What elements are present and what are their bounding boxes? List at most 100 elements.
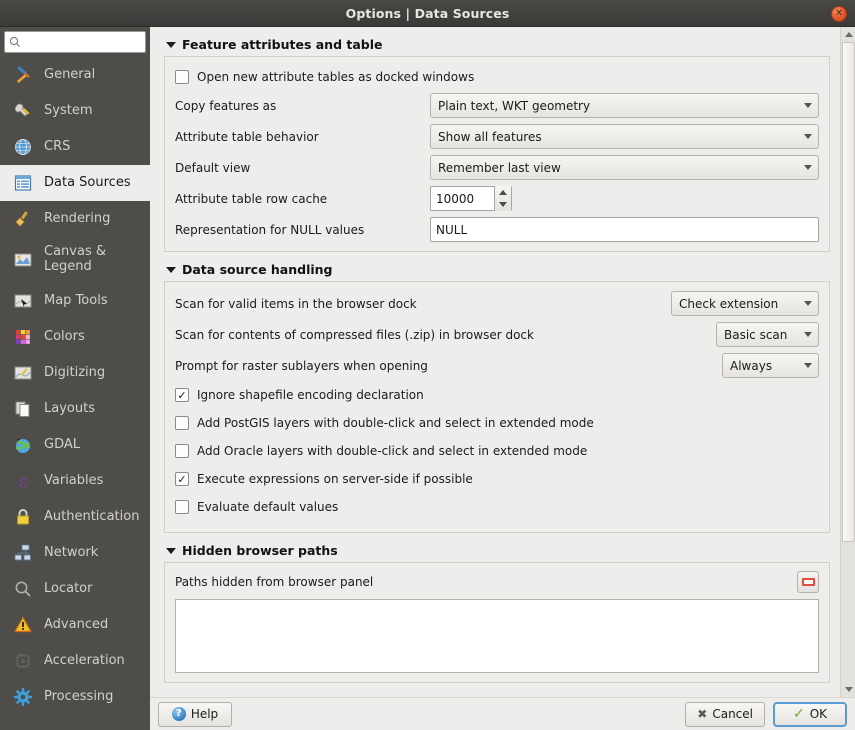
sidebar-item-label: Rendering — [44, 212, 110, 227]
checkmark-icon: ✓ — [793, 706, 805, 722]
checkbox-open-docked[interactable]: Open new attribute tables as docked wind… — [175, 65, 819, 89]
sidebar-item-label: Layouts — [44, 402, 95, 417]
checkbox-box[interactable] — [175, 70, 189, 84]
sidebar-item-acceleration[interactable]: Acceleration — [0, 643, 150, 679]
combo-scan-valid-items[interactable]: Check extension — [671, 291, 819, 316]
group-title-label: Feature attributes and table — [182, 37, 383, 52]
cancel-button[interactable]: ✖ Cancel — [685, 702, 765, 727]
checkbox-box[interactable]: ✓ — [175, 472, 189, 486]
table-list-icon — [12, 172, 34, 194]
sidebar-item-label: General — [44, 68, 95, 83]
group-box-data-source-handling: Scan for valid items in the browser dock… — [164, 281, 830, 533]
sidebar-item-data-sources[interactable]: Data Sources — [0, 165, 150, 201]
remove-path-button[interactable] — [797, 571, 819, 593]
sidebar-item-label: Advanced — [44, 618, 108, 633]
checkbox-box[interactable] — [175, 416, 189, 430]
row-scan-compressed-files: Scan for contents of compressed files (.… — [175, 321, 819, 348]
combo-copy-features-as[interactable]: Plain text, WKT geometry — [430, 93, 819, 118]
checkbox-box[interactable]: ✓ — [175, 388, 189, 402]
group-header-hidden-browser-paths[interactable]: Hidden browser paths — [166, 543, 830, 558]
padlock-icon — [12, 506, 34, 528]
input-null-representation[interactable]: NULL — [430, 217, 819, 242]
chevron-up-icon — [845, 32, 853, 37]
hidden-paths-list[interactable] — [175, 599, 819, 673]
checkbox-add-oracle-layers[interactable]: Add Oracle layers with double-click and … — [175, 439, 819, 463]
sidebar-item-general[interactable]: General — [0, 57, 150, 93]
close-x-icon: ✖ — [697, 707, 707, 721]
scrollbar-track[interactable] — [841, 42, 855, 682]
scroll-up-button[interactable] — [841, 27, 855, 42]
sidebar-item-label: System — [44, 104, 92, 119]
combo-prompt-raster-sublayers[interactable]: Always — [722, 353, 819, 378]
checkbox-evaluate-default-values[interactable]: Evaluate default values — [175, 495, 819, 519]
checkbox-box[interactable] — [175, 500, 189, 514]
search-icon — [9, 36, 21, 48]
scroll-down-button[interactable] — [841, 682, 855, 697]
row-label: Representation for NULL values — [175, 223, 430, 237]
sidebar-item-digitizing[interactable]: Digitizing — [0, 355, 150, 391]
search-input[interactable] — [21, 33, 141, 51]
help-button-label: Help — [191, 707, 218, 721]
sidebar-item-gdal[interactable]: GDAL — [0, 427, 150, 463]
sidebar-item-processing[interactable]: Processing — [0, 679, 150, 715]
checkbox-label: Open new attribute tables as docked wind… — [197, 70, 474, 84]
sidebar-item-crs[interactable]: CRS — [0, 129, 150, 165]
group-header-feature-attributes[interactable]: Feature attributes and table — [166, 37, 830, 52]
combo-default-view[interactable]: Remember last view — [430, 155, 819, 180]
sidebar-item-advanced[interactable]: Advanced — [0, 607, 150, 643]
sidebar-item-label: Processing — [44, 690, 113, 705]
row-label: Attribute table row cache — [175, 192, 430, 206]
checkbox-add-postgis-layers[interactable]: Add PostGIS layers with double-click and… — [175, 411, 819, 435]
chevron-down-icon[interactable] — [166, 267, 176, 273]
row-copy-features-as: Copy features as Plain text, WKT geometr… — [175, 93, 819, 118]
spinner-buttons[interactable] — [494, 186, 511, 211]
row-null-representation: Representation for NULL values NULL — [175, 217, 819, 242]
spinner-value: 10000 — [436, 192, 474, 206]
row-attribute-table-row-cache: Attribute table row cache 10000 — [175, 186, 819, 211]
close-window-button[interactable]: ✕ — [831, 6, 847, 22]
spinner-down-icon[interactable] — [499, 202, 507, 207]
vertical-scrollbar[interactable] — [840, 27, 855, 697]
search-box[interactable] — [4, 31, 146, 53]
checkbox-execute-expressions-server-side[interactable]: ✓ Execute expressions on server-side if … — [175, 467, 819, 491]
wrench-icon — [12, 100, 34, 122]
sidebar-item-variables[interactable]: ε Variables — [0, 463, 150, 499]
sidebar-search-wrap — [0, 27, 150, 56]
sidebar-item-system[interactable]: System — [0, 93, 150, 129]
sidebar-item-rendering[interactable]: Rendering — [0, 201, 150, 237]
chevron-down-icon[interactable] — [166, 548, 176, 554]
sidebar-item-network[interactable]: Network — [0, 535, 150, 571]
sidebar-item-locator[interactable]: Locator — [0, 571, 150, 607]
spinner-up-icon[interactable] — [499, 190, 507, 195]
row-default-view: Default view Remember last view — [175, 155, 819, 180]
sidebar-item-layouts[interactable]: Layouts — [0, 391, 150, 427]
minus-remove-icon — [802, 578, 815, 586]
checkbox-label: Add Oracle layers with double-click and … — [197, 444, 587, 458]
help-button[interactable]: ? Help — [158, 702, 232, 727]
combo-value: Remember last view — [438, 161, 561, 175]
options-sidebar: General System CRS — [0, 27, 150, 730]
checkbox-box[interactable] — [175, 444, 189, 458]
sidebar-item-map-tools[interactable]: Map Tools — [0, 283, 150, 319]
sidebar-item-label: Canvas & Legend — [44, 245, 150, 274]
svg-text:ε: ε — [19, 472, 28, 491]
window-titlebar: Options | Data Sources ✕ — [0, 0, 855, 27]
color-swatches-icon — [12, 326, 34, 348]
combo-attribute-table-behavior[interactable]: Show all features — [430, 124, 819, 149]
chevron-down-icon[interactable] — [166, 42, 176, 48]
chevron-down-icon — [804, 332, 812, 337]
earth-icon — [12, 434, 34, 456]
ok-button[interactable]: ✓ OK — [773, 702, 847, 727]
scrollbar-thumb[interactable] — [842, 42, 855, 542]
group-header-data-source-handling[interactable]: Data source handling — [166, 262, 830, 277]
pages-icon — [12, 398, 34, 420]
chevron-down-icon — [804, 134, 812, 139]
sidebar-item-authentication[interactable]: Authentication — [0, 499, 150, 535]
row-label: Default view — [175, 161, 430, 175]
combo-scan-compressed-files[interactable]: Basic scan — [716, 322, 819, 347]
spinner-attribute-table-row-cache[interactable]: 10000 — [430, 186, 512, 211]
combo-value: Basic scan — [724, 328, 787, 342]
sidebar-item-colors[interactable]: Colors — [0, 319, 150, 355]
sidebar-item-canvas-legend[interactable]: Canvas & Legend — [0, 237, 150, 283]
checkbox-ignore-shapefile-encoding[interactable]: ✓ Ignore shapefile encoding declaration — [175, 383, 819, 407]
